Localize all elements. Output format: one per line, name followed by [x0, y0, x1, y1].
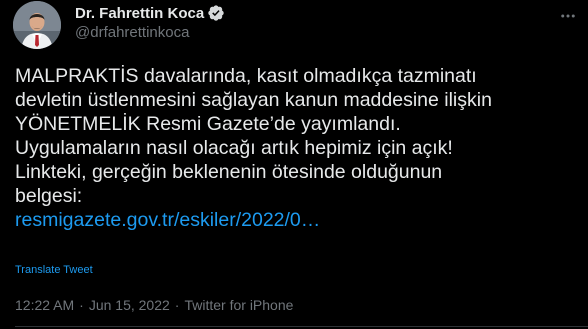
tweet-text-line: Linkteki, gerçeğin beklenenin ötesinde o…: [15, 161, 443, 183]
tweet-text-line: belgesi:: [15, 185, 83, 207]
tweet-source[interactable]: Twitter for iPhone: [184, 297, 293, 313]
meta-separator: ·: [174, 297, 180, 313]
tweet-text: MALPRAKTİS davalarında, kasıt olmadıkça …: [15, 64, 585, 232]
more-options-icon[interactable]: [558, 6, 578, 26]
author-name-row[interactable]: Dr. Fahrettin Koca: [75, 3, 225, 23]
tweet-text-line: YÖNETMELİK Resmi Gazete’de yayımlandı.: [15, 113, 401, 135]
tweet-time[interactable]: 12:22 AM: [15, 297, 74, 313]
avatar-image: [13, 1, 61, 49]
author-display-name[interactable]: Dr. Fahrettin Koca: [75, 5, 204, 22]
author-handle[interactable]: @drfahrettinkoca: [75, 24, 189, 41]
avatar[interactable]: [13, 1, 61, 49]
tweet-link[interactable]: resmigazete.gov.tr/eskiler/2022/0…: [15, 209, 320, 231]
verified-badge-icon: [207, 4, 225, 22]
tweet-date[interactable]: Jun 15, 2022: [89, 297, 170, 313]
divider: [15, 326, 588, 327]
tweet-text-line: devletin üstlenmesini sağlayan kanun mad…: [15, 89, 492, 111]
meta-separator: ·: [79, 297, 84, 313]
tweet-text-line: Uygulamaların nasıl olacağı artık hepimi…: [15, 137, 453, 159]
tweet-text-line: MALPRAKTİS davalarında, kasıt olmadıkça …: [15, 65, 477, 87]
tweet-meta: 12:22 AM · Jun 15, 2022 · Twitter for iP…: [15, 297, 293, 313]
translate-tweet-link[interactable]: Translate Tweet: [15, 264, 93, 276]
